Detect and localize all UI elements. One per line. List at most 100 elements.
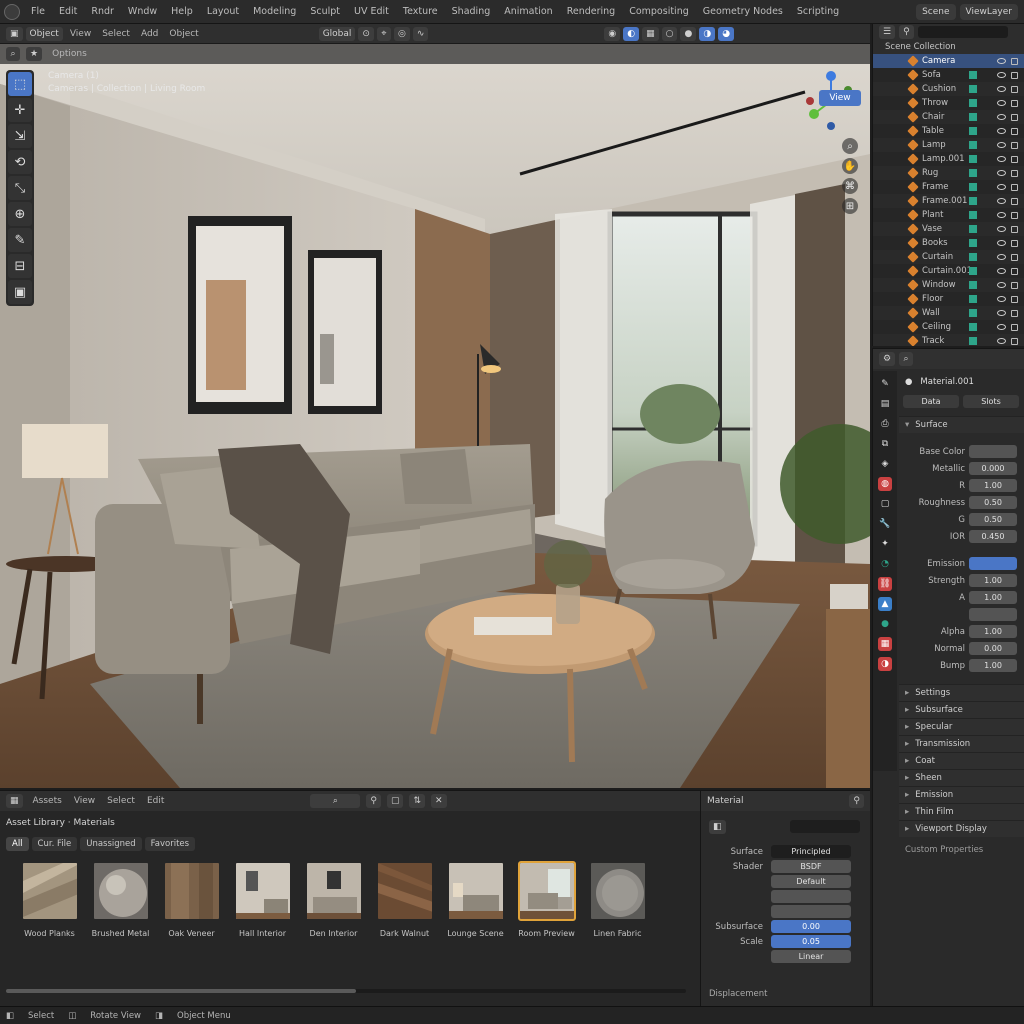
property-section-header[interactable]: ▸ Specular bbox=[899, 718, 1024, 735]
camera-view-icon[interactable]: ⌘ bbox=[842, 178, 858, 194]
view-layer-tab-icon[interactable]: ⧉ bbox=[878, 437, 892, 451]
asset-close-icon[interactable]: ✕ bbox=[431, 794, 447, 808]
property-field[interactable]: 1.00 bbox=[969, 659, 1017, 672]
scene-tab-icon[interactable]: ◈ bbox=[878, 457, 892, 471]
viewport-options-label[interactable]: Options bbox=[48, 49, 91, 59]
falloff-icon[interactable]: ∿ bbox=[412, 26, 429, 41]
modifier-icon[interactable] bbox=[969, 141, 977, 149]
material-setting-field[interactable]: BSDF bbox=[771, 860, 851, 873]
property-field[interactable] bbox=[969, 445, 1017, 458]
visibility-eye-icon[interactable] bbox=[997, 100, 1006, 106]
material-shading-icon[interactable]: ◑ bbox=[699, 26, 716, 41]
menu-item[interactable]: Rndr bbox=[84, 6, 121, 17]
z-axis-icon[interactable] bbox=[826, 71, 836, 81]
visibility-eye-icon[interactable] bbox=[997, 268, 1006, 274]
outliner-item[interactable]: Floor bbox=[873, 292, 1024, 306]
proportional-edit-icon[interactable]: ◎ bbox=[393, 26, 410, 41]
modifier-icon[interactable] bbox=[969, 323, 977, 331]
select-menu[interactable]: Select bbox=[98, 29, 134, 39]
visibility-eye-icon[interactable] bbox=[997, 86, 1006, 92]
neg-z-axis-icon[interactable] bbox=[827, 122, 835, 130]
render-camera-icon[interactable] bbox=[1011, 211, 1018, 219]
property-section-header[interactable]: ▸ Viewport Display bbox=[899, 820, 1024, 837]
asset-scrollbar-thumb[interactable] bbox=[6, 989, 356, 993]
zoom-icon[interactable]: ⌕ bbox=[842, 138, 858, 154]
visibility-eye-icon[interactable] bbox=[997, 338, 1006, 344]
visibility-eye-icon[interactable] bbox=[997, 184, 1006, 190]
outliner-item[interactable]: Vase bbox=[873, 222, 1024, 236]
overlays-icon[interactable]: ◐ bbox=[623, 26, 640, 41]
menu-item[interactable]: Fle bbox=[24, 6, 52, 17]
view-camera-button[interactable]: View bbox=[819, 90, 861, 106]
asset-scrollbar[interactable] bbox=[6, 989, 686, 993]
filter-icon[interactable]: ⚲ bbox=[899, 25, 914, 39]
property-field[interactable]: 0.00 bbox=[969, 642, 1017, 655]
perspective-toggle-icon[interactable]: ⊞ bbox=[842, 198, 858, 214]
modifier-icon[interactable] bbox=[969, 183, 977, 191]
asset-display-icon[interactable]: ▢ bbox=[386, 794, 404, 808]
asset-browser-menu-item[interactable]: Assets bbox=[29, 796, 66, 806]
property-field[interactable]: 0.000 bbox=[969, 462, 1017, 475]
property-field[interactable]: 0.50 bbox=[969, 513, 1017, 526]
menu-item[interactable]: Layout bbox=[200, 6, 246, 17]
select-box-tool-icon[interactable]: ⬚ bbox=[8, 72, 32, 96]
transform-tool-icon[interactable]: ⊕ bbox=[8, 202, 32, 226]
outliner-item[interactable]: Curtain.001 bbox=[873, 264, 1024, 278]
render-camera-icon[interactable] bbox=[1011, 225, 1018, 233]
property-section-header[interactable]: ▸ Sheen bbox=[899, 769, 1024, 786]
properties-search-icon[interactable]: ⌕ bbox=[899, 352, 914, 366]
asset-thumbnail[interactable]: Den Interior bbox=[304, 861, 363, 938]
property-field[interactable]: 0.450 bbox=[969, 530, 1017, 543]
texture-tab-icon[interactable]: ▦ bbox=[878, 637, 892, 651]
visibility-eye-icon[interactable] bbox=[997, 324, 1006, 330]
pivot-icon[interactable]: ⊙ bbox=[358, 26, 374, 41]
surface-section-header[interactable]: ▾ Surface bbox=[899, 416, 1024, 433]
material-setting-field[interactable] bbox=[771, 905, 851, 918]
property-section-header[interactable]: ▸ Coat bbox=[899, 752, 1024, 769]
asset-editor-icon[interactable]: ▦ bbox=[6, 794, 23, 808]
menu-item[interactable]: Shading bbox=[445, 6, 498, 17]
outliner-item[interactable]: Sofa bbox=[873, 68, 1024, 82]
scene-collection-row[interactable]: Scene Collection bbox=[873, 40, 1024, 54]
material-slot-field[interactable] bbox=[790, 820, 860, 833]
property-section-header[interactable]: ▸ Transmission bbox=[899, 735, 1024, 752]
material-name[interactable]: Material.001 bbox=[912, 377, 973, 387]
favorite-icon[interactable]: ★ bbox=[26, 47, 43, 61]
render-camera-icon[interactable] bbox=[1011, 183, 1018, 191]
visibility-eye-icon[interactable] bbox=[997, 58, 1006, 64]
view-menu[interactable]: View bbox=[66, 29, 95, 39]
pan-hand-icon[interactable]: ✋ bbox=[842, 158, 858, 174]
modifier-icon[interactable] bbox=[969, 225, 977, 233]
property-section-header[interactable]: ▸ Settings bbox=[899, 684, 1024, 701]
asset-thumbnail[interactable]: Dark Walnut bbox=[375, 861, 434, 938]
render-camera-icon[interactable] bbox=[1011, 309, 1018, 317]
property-field[interactable] bbox=[969, 557, 1017, 570]
menu-item[interactable]: Geometry Nodes bbox=[696, 6, 790, 17]
outliner-item[interactable]: Track bbox=[873, 334, 1024, 346]
tool-tab-icon[interactable]: ✎ bbox=[878, 377, 892, 391]
add-menu[interactable]: Add bbox=[137, 29, 162, 39]
property-field[interactable]: 1.00 bbox=[969, 479, 1017, 492]
render-camera-icon[interactable] bbox=[1011, 197, 1018, 205]
scene-selector[interactable]: Scene bbox=[916, 3, 956, 20]
render-camera-icon[interactable] bbox=[1011, 57, 1018, 65]
modifier-icon[interactable] bbox=[969, 239, 977, 247]
menu-item[interactable]: Help bbox=[164, 6, 200, 17]
asset-browser-menu-item[interactable]: Edit bbox=[143, 796, 168, 806]
menu-item[interactable]: Modeling bbox=[246, 6, 303, 17]
modifier-icon[interactable] bbox=[969, 155, 977, 163]
modifier-icon[interactable] bbox=[969, 99, 977, 107]
render-camera-icon[interactable] bbox=[1011, 127, 1018, 135]
modifier-icon[interactable] bbox=[969, 85, 977, 93]
object-menu[interactable]: Object bbox=[165, 29, 202, 39]
visibility-eye-icon[interactable] bbox=[997, 142, 1006, 148]
material-pin-icon[interactable]: ⚲ bbox=[849, 794, 864, 808]
property-field[interactable]: 1.00 bbox=[969, 574, 1017, 587]
y-axis-icon[interactable] bbox=[809, 109, 819, 119]
render-camera-icon[interactable] bbox=[1011, 267, 1018, 275]
displacement-label[interactable]: Displacement bbox=[709, 989, 767, 999]
modifier-icon[interactable] bbox=[969, 253, 977, 261]
shader-tab-icon[interactable]: ◑ bbox=[878, 657, 892, 671]
asset-browser-menu-item[interactable]: View bbox=[70, 796, 99, 806]
snap-icon[interactable]: ⌖ bbox=[376, 26, 391, 41]
